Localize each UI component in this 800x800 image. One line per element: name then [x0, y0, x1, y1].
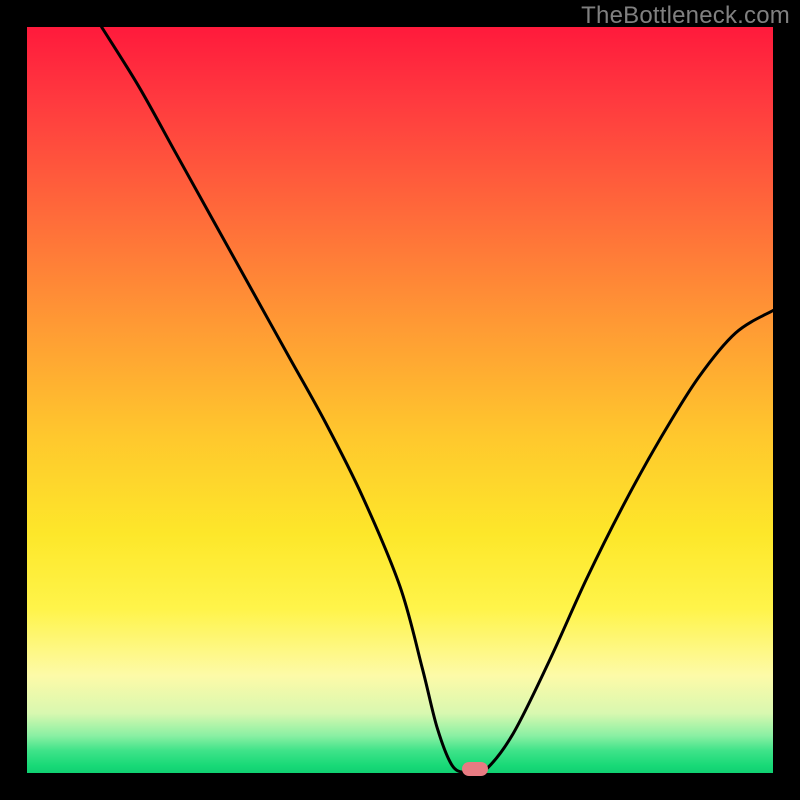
bottleneck-curve — [27, 27, 773, 773]
chart-container: TheBottleneck.com — [0, 0, 800, 800]
optimum-marker — [462, 762, 488, 776]
plot-area — [27, 27, 773, 773]
watermark-text: TheBottleneck.com — [581, 2, 790, 30]
